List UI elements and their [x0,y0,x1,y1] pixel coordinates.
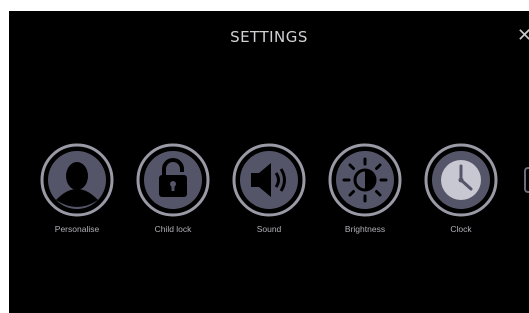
setting-personalise[interactable]: Personalise [29,142,125,238]
setting-label: Clock [450,224,472,234]
setting-label: Personalise [54,224,100,234]
setting-label: Child lock [154,224,192,234]
page-title: SETTINGS [230,28,308,46]
brightness-icon [328,143,402,217]
settings-screen: SETTINGS ✕ Personalise Child lock Sound … [9,11,529,313]
padlock-icon [136,143,210,217]
setting-sound[interactable]: Sound [221,142,317,238]
setting-child-lock[interactable]: Child lock [125,142,221,238]
setting-label: Sound [256,224,282,234]
user-silhouette-icon [40,143,114,217]
setting-clock[interactable]: Clock [413,142,509,238]
close-button[interactable]: ✕ [517,26,529,46]
setting-brightness[interactable]: Brightness [317,142,413,238]
next-item-peek[interactable] [524,167,529,193]
clock-icon [424,143,498,217]
setting-label: Brightness [344,224,386,234]
speaker-icon [232,143,306,217]
